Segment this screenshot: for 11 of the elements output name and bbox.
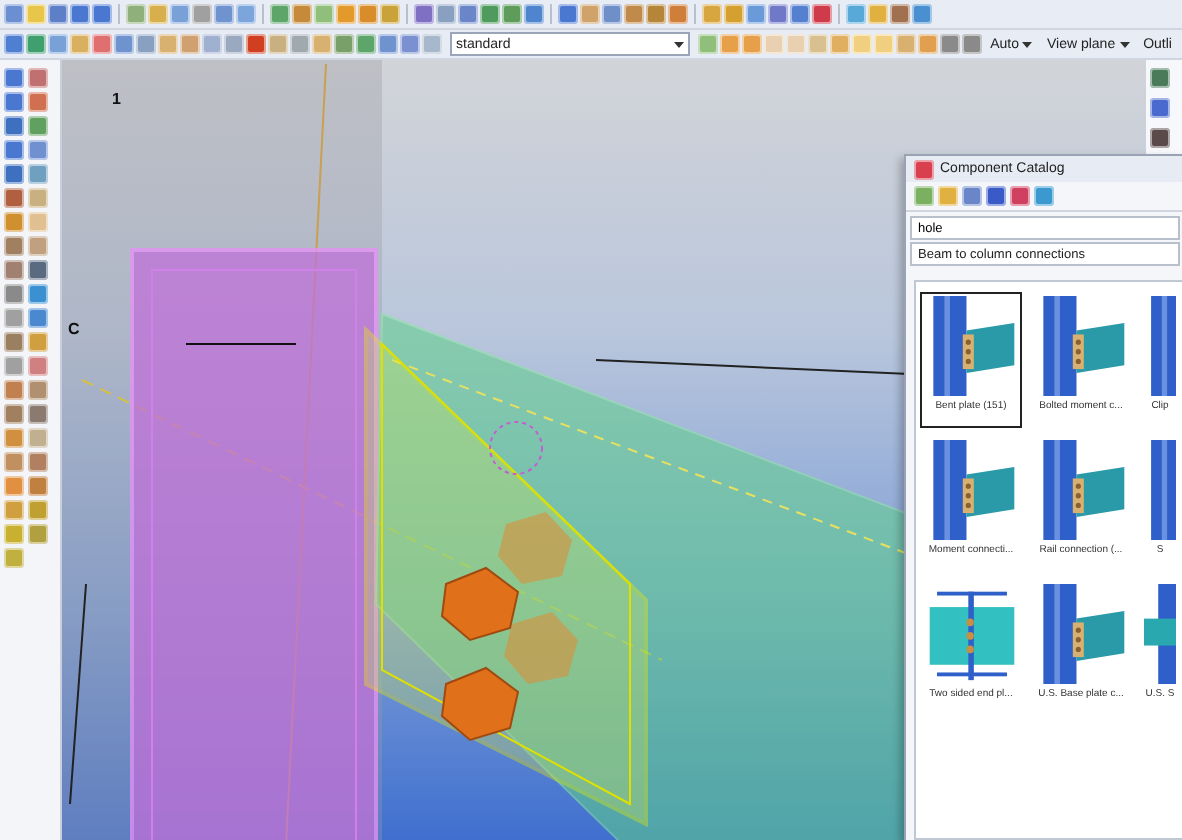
edge-line bbox=[185, 343, 297, 345]
caret-icon bbox=[1022, 41, 1033, 47]
connection-thumbnail bbox=[1144, 584, 1176, 684]
hole-outline bbox=[489, 421, 543, 475]
catalog-icon bbox=[914, 159, 934, 179]
tool-icon[interactable] bbox=[962, 34, 983, 54]
grid-label: C bbox=[68, 320, 80, 338]
caret-icon bbox=[1119, 41, 1130, 47]
grid-label: 1 bbox=[112, 90, 121, 108]
caret-icon bbox=[674, 41, 685, 47]
tool-icon[interactable] bbox=[940, 34, 961, 54]
